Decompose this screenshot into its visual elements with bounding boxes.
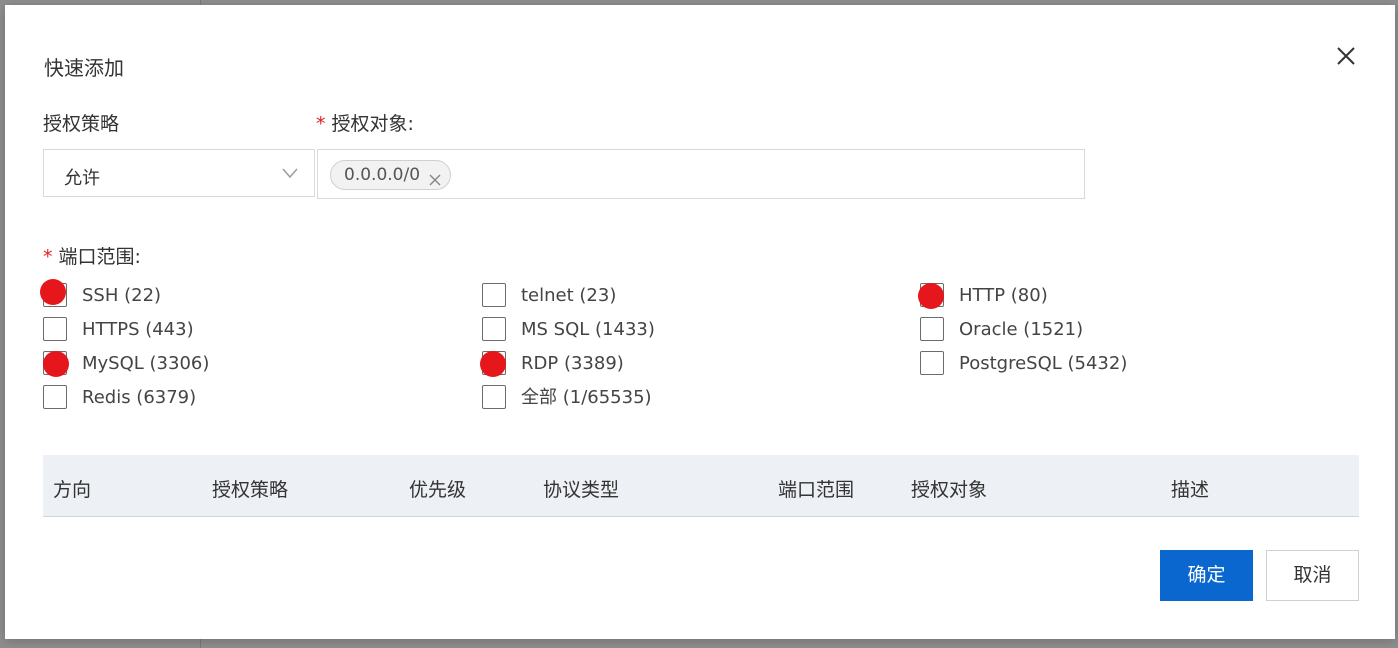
- checkbox-box: [482, 283, 506, 307]
- port-label: HTTPS (443): [82, 319, 194, 340]
- target-tag-text: 0.0.0.0/0: [344, 165, 421, 185]
- port-label: MySQL (3306): [82, 353, 210, 374]
- target-input[interactable]: 0.0.0.0/0: [317, 149, 1085, 199]
- port-label: SSH (22): [82, 285, 162, 306]
- remove-tag-icon[interactable]: [428, 168, 442, 196]
- column-header-target: 授权对象: [911, 479, 988, 501]
- target-label-text: 授权对象:: [331, 113, 414, 135]
- checkbox-box: [482, 385, 506, 409]
- checkbox-box: [482, 317, 506, 341]
- port-range-label-text: 端口范围:: [58, 246, 141, 268]
- checkbox-box: [920, 351, 944, 375]
- column-header-protocol: 协议类型: [543, 479, 620, 501]
- port-label: HTTP (80): [959, 285, 1048, 306]
- target-label: * 授权对象:: [316, 109, 414, 136]
- column-header-description: 描述: [1171, 479, 1210, 501]
- close-icon[interactable]: [1333, 43, 1359, 69]
- checkbox-box: [43, 317, 67, 341]
- required-mark: *: [316, 113, 326, 135]
- policy-label: 授权策略: [43, 113, 120, 135]
- column-header-port-range: 端口范围: [778, 479, 855, 501]
- checked-marker-icon: [918, 283, 944, 309]
- checked-marker-icon: [43, 351, 69, 377]
- dialog-title: 快速添加: [44, 56, 124, 80]
- port-range-label: * 端口范围:: [43, 242, 141, 269]
- policy-select-value: 允许: [64, 168, 100, 189]
- port-label: Redis (6379): [82, 387, 197, 408]
- quick-add-dialog: 快速添加 授权策略 允许 * 授权对象: 0.0.0.0/0 * 端口范围: S…: [5, 5, 1395, 639]
- port-label: MS SQL (1433): [521, 319, 655, 340]
- column-header-direction: 方向: [53, 479, 92, 501]
- column-header-priority: 优先级: [409, 479, 467, 501]
- port-label: PostgreSQL (5432): [959, 353, 1128, 374]
- rules-table-header: 方向 授权策略 优先级 协议类型 端口范围 授权对象 描述: [43, 455, 1359, 517]
- cancel-button[interactable]: 取消: [1266, 550, 1359, 601]
- port-label: RDP (3389): [521, 353, 624, 374]
- column-header-policy: 授权策略: [212, 479, 289, 501]
- required-mark: *: [43, 246, 53, 268]
- checked-marker-icon: [480, 351, 506, 377]
- port-label: Oracle (1521): [959, 319, 1084, 340]
- confirm-button[interactable]: 确定: [1160, 550, 1253, 601]
- port-label: telnet (23): [521, 285, 617, 306]
- checkbox-box: [920, 317, 944, 341]
- target-tag: 0.0.0.0/0: [330, 160, 452, 190]
- checked-marker-icon: [40, 279, 66, 305]
- chevron-down-icon: [282, 165, 298, 185]
- policy-select[interactable]: 允许: [43, 149, 315, 197]
- port-label: 全部 (1/65535): [521, 387, 652, 408]
- checkbox-box: [43, 385, 67, 409]
